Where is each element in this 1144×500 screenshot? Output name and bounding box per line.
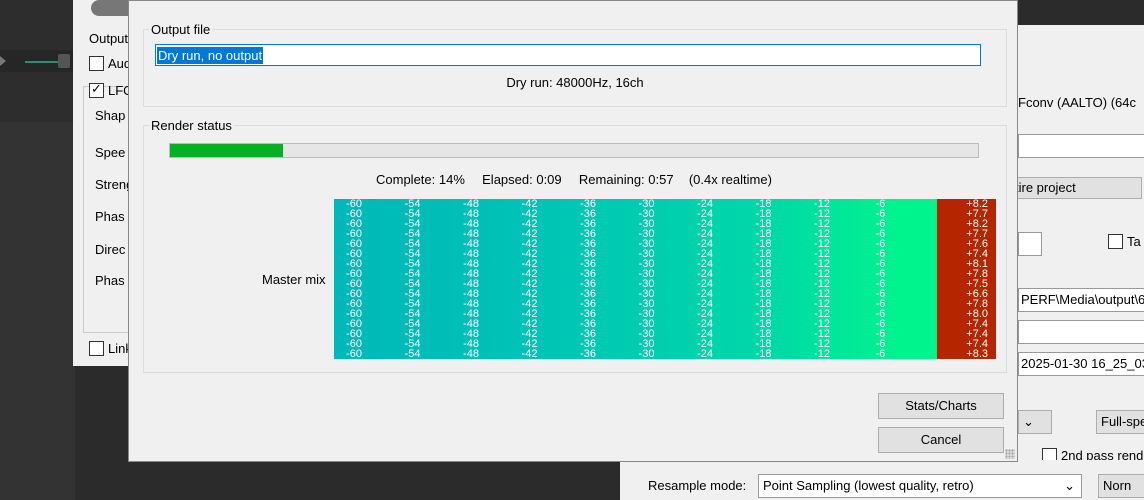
stats-charts-button[interactable]: Stats/Charts [878,393,1004,419]
meter-channel-row: -60 -54 -48 -42 -36 -30 -24 -18 -12 -6 +7.6 [334,239,996,250]
meter-scale-label: -30 [638,348,655,360]
bounds-dropdown-label: tire project [1015,180,1076,195]
dark-app-panel [0,0,75,500]
render-progress-fill [170,144,284,157]
length-field[interactable] [1018,232,1042,256]
volume-slider-knob[interactable] [58,54,70,68]
directory-field-value: PERF\Media\output\6 [1021,292,1144,307]
resample-mode-label: Resample mode: [648,478,747,493]
meter-channel-row: -60 -54 -48 -42 -36 -30 -24 -18 -12 -6 +7.4 [334,249,996,260]
meter-channel-row: -60 -54 -48 -42 -36 -30 -24 -18 -12 -6 +7.7 [334,209,996,220]
output-label: Output [89,31,129,46]
background-render-dialog: Fconv (AALTO) (64c tire project Ta PERF\… [1010,25,1144,500]
bounds-dropdown[interactable]: tire project [1010,177,1142,199]
meter-channel-row: -60 -54 -48 -42 -36 -30 -24 -18 -12 -6 +8.2 [334,219,996,230]
play-arrow-icon[interactable] [0,56,6,66]
speed-label: Spee [95,145,126,160]
meter-channel-row: -60 -54 -48 -42 -36 -30 -24 -18 -12 -6 +7.7 [334,229,996,240]
meter-channel-row: -60 -54 -48 -42 -36 -30 -24 -18 -12 -6 +6.6 [334,289,996,300]
meter-channel-row: -60 -54 -48 -42 -36 -30 -24 -18 -12 -6 +7.5 [334,279,996,290]
date-field-value: 2025-01-30 16_25_03 [1021,356,1144,371]
master-mix-label: Master mix [262,272,326,287]
meter-scale-label: -48 [463,348,479,360]
meter-scale-label: -24 [697,348,713,360]
meter-channel-row: -60 -54 -48 -42 -36 -30 -24 -18 -12 -6 +8.0 [334,309,996,320]
filename-field[interactable] [1018,320,1144,344]
direction-label: Direc [95,242,126,257]
meter-scale-label: -54 [404,348,421,360]
meter-scale-label: -6 [875,348,886,360]
meter-channel-row: -60 -54 -48 -42 -36 -30 -24 -18 -12 -6 +7.4 [334,329,996,340]
phase-label: Phas [95,209,125,224]
meter-channel-row: -60 -54 -48 -42 -36 -30 -24 -18 -12 -6 +7.8 [334,269,996,280]
shape-label: Shap [95,108,126,123]
render-status-group: Complete: 14% Elapsed: 0:09 Remaining: 0… [143,125,1007,373]
tail-checkbox-label: Ta [1127,234,1141,249]
resample-mode-select[interactable]: Point Sampling (lowest quality, retro) ⌄ [758,474,1082,498]
meter-scale-label: -12 [814,348,830,360]
resample-mode-value: Point Sampling (lowest quality, retro) [763,478,974,493]
dark-app-header [1018,0,1144,25]
output-file-group: Dry run, no output Dry run: 48000Hz, 16c… [143,29,1007,107]
meter-scale-label: -42 [521,348,538,360]
tail-checkbox[interactable] [1108,234,1123,249]
realtime-text: (0.4x realtime) [688,172,772,187]
background-settings-dialog: Output Aud LFO Shap Spee Streng Phas Dir… [73,0,144,366]
audio-checkbox[interactable] [89,56,104,71]
option-dropdown[interactable]: ⌄ [1018,410,1052,434]
elapsed-text: Elapsed: 0:09 [482,172,562,187]
render-status-group-title: Render status [149,118,234,133]
output-file-value: Dry run, no output [157,47,264,64]
chevron-down-icon: ⌄ [1023,414,1034,429]
complete-text: Complete: 14% [376,172,465,187]
output-file-group-title: Output file [149,22,213,37]
normal-button[interactable]: Norn [1098,474,1144,498]
chevron-down-icon: ⌄ [1064,478,1075,493]
meter-channel-row: -60 -54 -48 -42 -36 -30 -24 -18 -12 -6 +8.2 [334,199,996,210]
date-field[interactable]: 2025-01-30 16_25_03 [1018,352,1144,376]
meter-channel-row: -60 -54 -48 -42 -36 -30 -24 -18 -12 -6 +7.4 [334,319,996,330]
cancel-button[interactable]: Cancel [878,427,1004,453]
link-checkbox[interactable] [89,341,104,356]
output-file-field[interactable]: Dry run, no output [155,44,981,66]
phase-reset-label: Phas [95,273,125,288]
normal-button-label: Norn [1103,478,1132,493]
meter-scale-label: -18 [755,348,772,360]
meter-scale-label: -36 [580,348,596,360]
arrange-area [0,122,75,500]
master-mix-meter: -60 -54 -48 -42 -36 -30 -24 -18 -12 -6 +8.2 -60 -54-… [334,199,996,359]
fx-label: Fconv (AALTO) (64c [1018,95,1136,110]
resize-grip-icon[interactable] [1005,449,1015,459]
meter-channel-row: -60 -54 -48 -42 -36 -30 -24 -18 -12 -6 +7.4 [334,339,996,350]
directory-field[interactable]: PERF\Media\output\6 [1018,288,1144,312]
full-speed-label: Full-spe [1101,414,1144,429]
render-progress-bar [169,143,979,158]
meter-peak-value: +8.3 [966,348,988,360]
output-format-info: Dry run: 48000Hz, 16ch [506,75,644,90]
meter-channel-row: -60 -54 -48 -42 -36 -30 -24 -18 -12 -6 +8.1 [334,259,996,270]
meter-channel-row: -60 -54 -48 -42 -36 -30 -24 -18 -12 -6 +7.8 [334,299,996,310]
render-progress-dialog: Dry run, no output Dry run: 48000Hz, 16c… [128,0,1018,462]
lfo-checkbox[interactable] [89,81,104,98]
remaining-text: Remaining: 0:57 [578,172,674,187]
full-speed-dropdown[interactable]: Full-spe [1096,410,1144,434]
render-field[interactable] [1018,134,1144,158]
render-dialog-bottom: Resample mode: Point Sampling (lowest qu… [620,460,1144,500]
meter-channel-row: -60 -54 -48 -42 -36 -30 -24 -18 -12 -6 +8.3 [334,348,996,360]
meter-scale-label: -60 [346,348,362,360]
render-stats-line: Complete: 14% Elapsed: 0:09 Remaining: 0… [376,172,772,187]
